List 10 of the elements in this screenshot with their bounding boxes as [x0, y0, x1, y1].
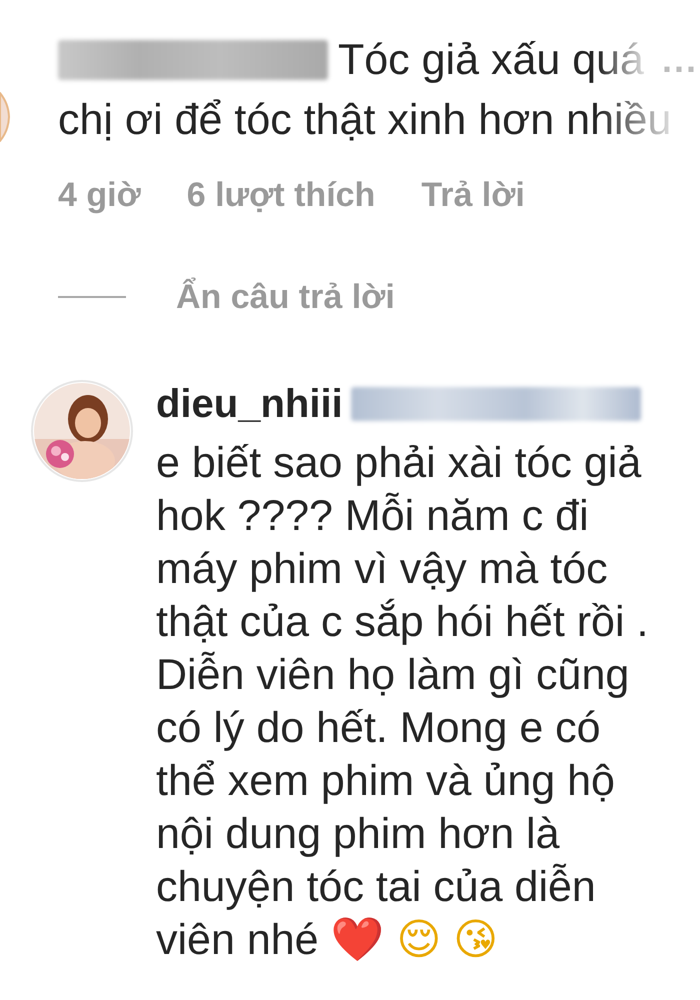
- reply-link[interactable]: Trả lời: [421, 175, 525, 215]
- avatar-edge: [0, 92, 10, 142]
- comment-text: chị ơi để tóc thật xinh hơn nhiều: [58, 95, 672, 146]
- more-button[interactable]: ...: [662, 39, 698, 81]
- comment-time: 4 giờ: [58, 175, 141, 215]
- likes-link[interactable]: 6 lượt thích: [186, 175, 376, 215]
- comment-text: Tóc giả xấu quá: [338, 35, 644, 86]
- hide-replies-link[interactable]: Ẩn câu trả lời: [176, 277, 395, 317]
- username-link[interactable]: dieu_nhiii: [156, 382, 343, 426]
- comment-text: e biết sao phải xài tóc giả hok ???? Mỗi năm c đi máy phim vì vậy mà tóc thật của c sắp hói hết rồi . Diễn viên họ làm gì cũng có lý do hết. Mong e có thể xem phim và ủng hộ nội dung phim hơn là chuyện tóc tai của diễn viên nhé ❤ 😌 😘: [156, 439, 648, 964]
